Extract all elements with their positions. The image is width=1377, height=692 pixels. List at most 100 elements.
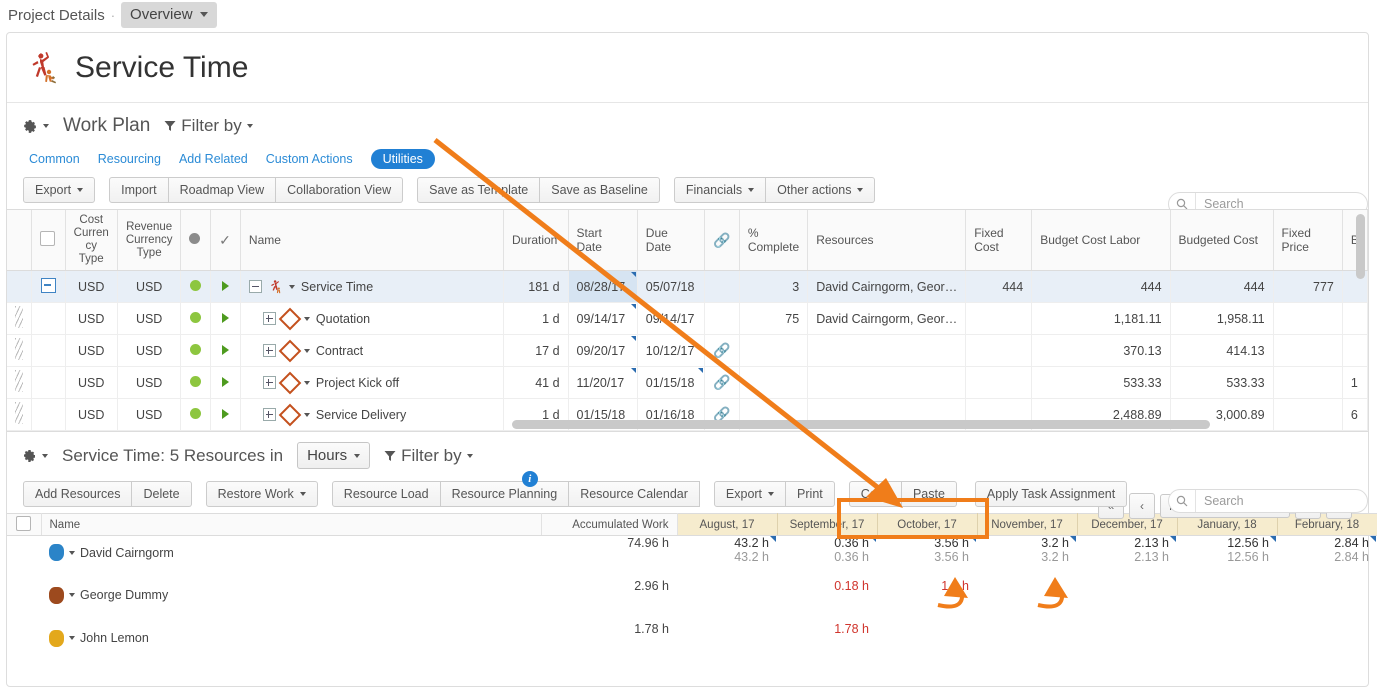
tab-common[interactable]: Common: [29, 152, 80, 166]
other-actions-button[interactable]: Other actions: [766, 177, 876, 203]
resources-export-button[interactable]: Export: [713, 481, 787, 507]
paste-button[interactable]: Paste: [901, 481, 957, 507]
resource-load-button[interactable]: Resource Load: [331, 481, 441, 507]
copy-button[interactable]: Copy: [848, 481, 902, 507]
delete-button[interactable]: Delete: [132, 481, 192, 507]
tab-add-related[interactable]: Add Related: [179, 152, 248, 166]
row-drag-handle[interactable]: [7, 270, 32, 303]
row-select[interactable]: [7, 579, 41, 622]
checkbox-icon[interactable]: [40, 231, 55, 246]
tab-utilities[interactable]: Utilities: [370, 149, 435, 169]
th-link[interactable]: 🔗: [704, 210, 740, 271]
th-month-august-17[interactable]: August, 17: [677, 513, 778, 536]
th-select-all[interactable]: [31, 210, 66, 271]
th-duration[interactable]: Duration: [503, 210, 569, 271]
expander-plus-icon[interactable]: [262, 344, 276, 357]
th-accumulated-work[interactable]: Accumulated Work: [541, 513, 678, 536]
th-resources-select-all[interactable]: [7, 513, 42, 536]
table-row[interactable]: John Lemon 1.78 h 1.78 h: [7, 622, 1377, 665]
th-budgeted-cost[interactable]: Budgeted Cost: [1170, 210, 1274, 271]
th-month-september-17[interactable]: September, 17: [777, 513, 878, 536]
expander-minus-icon[interactable]: [248, 280, 262, 293]
financials-button[interactable]: Financials: [673, 177, 767, 203]
resources-filter-by[interactable]: Filter by: [384, 446, 473, 466]
apply-task-assignment-button[interactable]: Apply Task Assignment: [974, 481, 1128, 507]
th-percent-complete[interactable]: % Complete: [739, 210, 809, 271]
vertical-scrollbar[interactable]: [1356, 214, 1365, 279]
cell-play[interactable]: [210, 366, 241, 399]
expander-plus-icon[interactable]: [262, 376, 276, 389]
row-select[interactable]: [7, 536, 41, 579]
table-row[interactable]: George Dummy 2.96 h 0.18 h 1.6 h: [7, 579, 1377, 622]
workplan-settings-menu[interactable]: [21, 118, 49, 135]
row-select[interactable]: [31, 366, 66, 399]
chevron-down-icon[interactable]: [303, 348, 310, 353]
row-select[interactable]: [31, 334, 66, 367]
tab-custom-actions[interactable]: Custom Actions: [266, 152, 353, 166]
resources-settings-menu[interactable]: [21, 448, 48, 464]
roadmap-view-button[interactable]: Roadmap View: [168, 177, 277, 203]
save-as-baseline-button[interactable]: Save as Baseline: [540, 177, 660, 203]
export-button[interactable]: Export: [23, 177, 96, 203]
checkbox-icon[interactable]: [16, 515, 32, 531]
collapse-checkbox-icon[interactable]: [40, 277, 56, 293]
expander-plus-icon[interactable]: [262, 408, 276, 421]
workplan-filter-by[interactable]: Filter by: [164, 116, 253, 136]
row-select[interactable]: [31, 302, 66, 335]
chevron-down-icon[interactable]: [69, 636, 75, 640]
chevron-down-icon[interactable]: [288, 284, 295, 289]
chevron-down-icon[interactable]: [303, 316, 310, 321]
add-resources-button[interactable]: Add Resources: [23, 481, 133, 507]
row-drag-handle[interactable]: [7, 366, 32, 399]
resource-calendar-button[interactable]: Resource Calendar: [569, 481, 700, 507]
th-check[interactable]: ✓: [210, 210, 241, 271]
horizontal-scrollbar[interactable]: [512, 420, 1210, 429]
restore-work-button[interactable]: Restore Work: [205, 481, 318, 507]
tab-resourcing[interactable]: Resourcing: [98, 152, 161, 166]
th-resources[interactable]: Resources: [807, 210, 967, 271]
th-fixed-price[interactable]: Fixed Price: [1273, 210, 1343, 271]
resources-search-input[interactable]: [1196, 493, 1366, 509]
row-select[interactable]: [31, 270, 66, 303]
th-name[interactable]: Name: [240, 210, 504, 271]
table-row[interactable]: USD USD Quotation 1 d 09/14/17 09/14/17 …: [7, 302, 1369, 335]
row-select[interactable]: [31, 398, 66, 431]
th-resource-name[interactable]: Name: [41, 513, 542, 536]
chevron-down-icon[interactable]: [69, 593, 75, 597]
row-select[interactable]: [7, 622, 41, 665]
th-start-date[interactable]: Start Date: [568, 210, 638, 271]
unit-selector[interactable]: Hours: [297, 442, 371, 469]
th-fixed-cost[interactable]: Fixed Cost: [965, 210, 1033, 271]
resources-search-box[interactable]: [1168, 489, 1368, 513]
th-month-november-17[interactable]: November, 17: [977, 513, 1078, 536]
print-button[interactable]: Print: [786, 481, 835, 507]
row-drag-handle[interactable]: [7, 334, 32, 367]
th-cost-currency-type[interactable]: Cost Curren cy Type: [65, 210, 118, 271]
breadcrumb-current-overview[interactable]: Overview: [121, 2, 217, 28]
table-row[interactable]: David Cairngorm 74.96 h 43.2 h 43.2 h 0.…: [7, 536, 1377, 579]
chevron-down-icon[interactable]: [303, 380, 310, 385]
resource-planning-button[interactable]: Resource Planning: [440, 481, 570, 507]
cell-play[interactable]: [210, 398, 241, 431]
table-row[interactable]: USD USD Service Time 181 d 08/28/17 05/0…: [7, 270, 1369, 303]
table-row[interactable]: USD USD Project Kick off 41 d 11/20/17 0…: [7, 366, 1369, 399]
collaboration-view-button[interactable]: Collaboration View: [276, 177, 404, 203]
chevron-down-icon[interactable]: [69, 550, 75, 555]
cell-play[interactable]: [210, 302, 241, 335]
th-budget-cost-labor[interactable]: Budget Cost Labor: [1031, 210, 1171, 271]
cell-play[interactable]: [210, 270, 241, 303]
expander-plus-icon[interactable]: [262, 312, 276, 325]
import-button[interactable]: Import: [109, 177, 169, 203]
th-status[interactable]: [180, 210, 212, 271]
cell-play[interactable]: [210, 334, 241, 367]
info-badge-icon[interactable]: i: [521, 471, 538, 487]
chevron-down-icon[interactable]: [303, 412, 310, 417]
table-row[interactable]: USD USD Contract 17 d 09/20/17 10/12/17 …: [7, 334, 1369, 367]
row-drag-handle[interactable]: [7, 398, 32, 431]
breadcrumb-root[interactable]: Project Details: [8, 7, 105, 24]
th-revenue-currency-type[interactable]: Revenue Currency Type: [117, 210, 182, 271]
row-drag-handle[interactable]: [7, 302, 32, 335]
th-due-date[interactable]: Due Date: [637, 210, 706, 271]
save-as-template-button[interactable]: Save as Template: [417, 177, 541, 203]
th-month-october-17[interactable]: October, 17: [877, 513, 978, 536]
